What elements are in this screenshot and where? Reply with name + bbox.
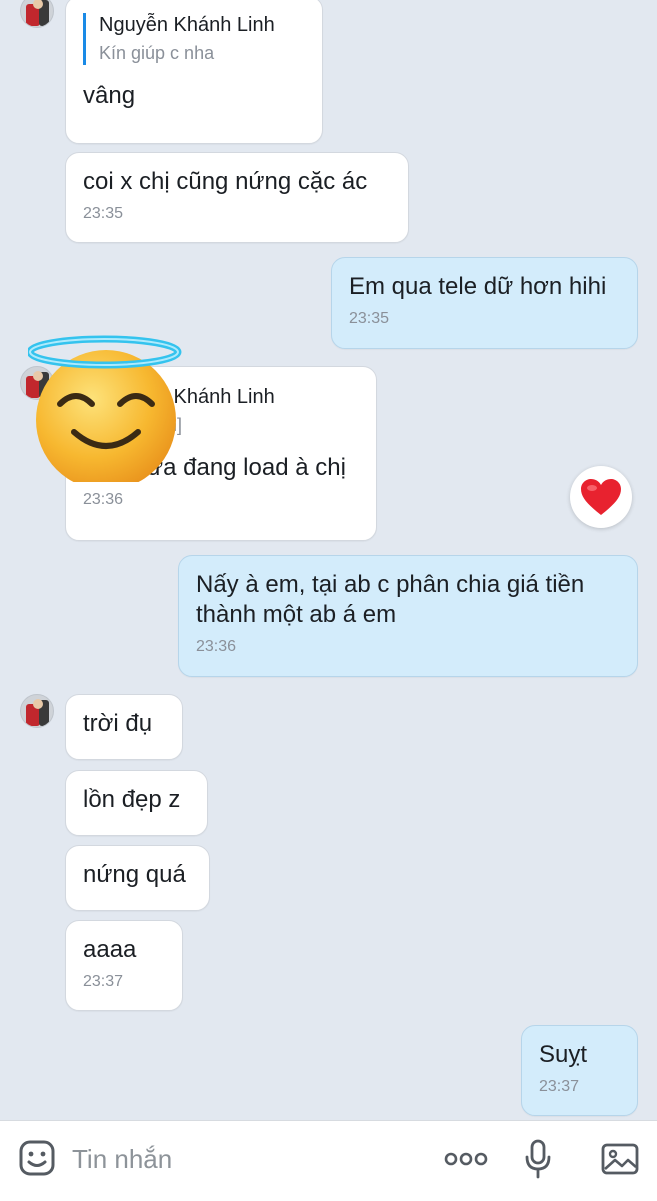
smiling-halo-emoji-sticker [28, 335, 182, 482]
sticker-button[interactable] [14, 1135, 60, 1181]
message-bubble-outgoing[interactable]: Suỵt 23:37 [521, 1025, 638, 1116]
message-time: 23:35 [349, 310, 390, 327]
chat-thread[interactable]: Nguyễn Khánh Linh Kín giúp c nha vâng co… [0, 0, 657, 1120]
message-bubble[interactable]: nứng quá [65, 845, 210, 911]
heart-icon [581, 479, 621, 515]
message-text: Suỵt [539, 1041, 588, 1068]
message-time: 23:37 [83, 973, 124, 990]
message-text: aaaa [83, 936, 137, 963]
message-text: Nấy à em, tại ab c phân chia giá tiền th… [196, 571, 585, 628]
message-time: 23:35 [83, 205, 124, 222]
more-icon [444, 1152, 488, 1166]
message-text: vâng [83, 82, 136, 109]
message-bubble[interactable]: lồn đẹp z [65, 770, 208, 836]
message-bubble[interactable]: Nguyễn Khánh Linh Kín giúp c nha vâng [65, 0, 323, 144]
message-composer: Tin nhắn [0, 1120, 657, 1201]
message-time: 23:36 [83, 491, 124, 508]
reaction-badge[interactable] [570, 466, 632, 528]
avatar[interactable] [20, 694, 54, 728]
sticker-icon [19, 1140, 55, 1176]
message-bubble[interactable]: trời đụ [65, 694, 183, 760]
message-text: coi x chị cũng nứng cặc ác [83, 168, 368, 195]
image-icon [601, 1143, 639, 1175]
message-bubble-outgoing[interactable]: Nấy à em, tại ab c phân chia giá tiền th… [178, 555, 638, 677]
message-time: 23:36 [196, 638, 237, 655]
message-bubble-outgoing[interactable]: Em qua tele dữ hơn hihi 23:35 [331, 257, 638, 349]
microphone-button[interactable] [518, 1135, 558, 1183]
image-button[interactable] [596, 1135, 644, 1183]
quote-sender-name: Nguyễn Khánh Linh [99, 14, 275, 36]
avatar[interactable] [20, 0, 54, 28]
message-bubble[interactable]: aaaa 23:37 [65, 920, 183, 1011]
message-time: 23:37 [539, 1078, 580, 1095]
message-text: lồn đẹp z [83, 786, 181, 813]
message-text: nứng quá [83, 861, 186, 888]
message-text: trời đụ [83, 710, 153, 737]
more-button[interactable] [440, 1139, 492, 1179]
message-text: Em qua tele dữ hơn hihi [349, 273, 607, 300]
message-bubble[interactable]: coi x chị cũng nứng cặc ác 23:35 [65, 152, 409, 243]
microphone-icon [525, 1139, 551, 1179]
reply-quote[interactable]: Nguyễn Khánh Linh Kín giúp c nha [83, 13, 305, 65]
message-input[interactable]: Tin nhắn [72, 1139, 412, 1179]
quote-text: Kín giúp c nha [99, 43, 215, 63]
